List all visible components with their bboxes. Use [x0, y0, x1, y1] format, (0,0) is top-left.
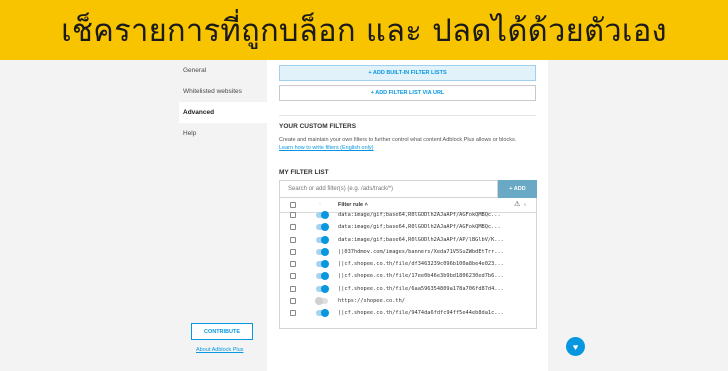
filter-rule-text[interactable]: ||cf.shopee.co.th/file/6aa596354809a178a…	[338, 285, 532, 293]
enable-toggle[interactable]	[316, 235, 329, 244]
filter-rows: data:image/gif;base64,R0lGODlh2AJaAPf/AG…	[280, 209, 536, 320]
enable-toggle[interactable]	[316, 223, 329, 232]
table-row[interactable]: data:image/gif;base64,R0lGODlh2AJaAPf/AP…	[280, 234, 536, 246]
table-row[interactable]: ||cf.shopee.co.th/file/df3463239c096b100…	[280, 258, 536, 270]
custom-filters-heading: YOUR CUSTOM FILTERS	[279, 123, 357, 130]
section-divider	[279, 115, 536, 116]
filter-rule-text[interactable]: ||cf.shopee.co.th/file/17ee0b46e3b9bd180…	[338, 272, 532, 280]
filter-rule-text[interactable]: https://shopee.co.th/	[338, 297, 532, 305]
learn-filters-link[interactable]: Learn how to write filters (English only…	[279, 144, 541, 152]
enable-toggle[interactable]	[316, 309, 329, 318]
row-checkbox[interactable]	[290, 261, 296, 268]
filter-rule-text[interactable]: data:image/gif;base64,R0lGODlh2AJaAPf/AG…	[338, 223, 532, 231]
filter-search-input[interactable]: Search or add filter(s) (e.g. /ads/track…	[279, 180, 498, 198]
table-row[interactable]: ||cf.shopee.co.th/file/6aa596354809a178a…	[280, 283, 536, 295]
row-checkbox[interactable]	[290, 224, 296, 231]
add-builtin-filter-lists-button[interactable]: + ADD BUILT-IN FILTER LISTS	[279, 65, 536, 81]
table-row[interactable]: data:image/gif;base64,R0lGODlh2AJaAPf/AG…	[280, 209, 536, 221]
my-filter-list-heading: MY FILTER LIST	[279, 169, 329, 176]
advanced-panel: + ADD BUILT-IN FILTER LISTS + ADD FILTER…	[267, 60, 548, 371]
enable-toggle[interactable]	[316, 284, 329, 293]
row-checkbox[interactable]	[290, 273, 296, 280]
row-checkbox[interactable]	[290, 236, 296, 243]
filter-rule-column-header[interactable]: Filter rule ˄	[338, 202, 368, 208]
enable-toggle[interactable]	[316, 272, 329, 281]
row-checkbox[interactable]	[290, 298, 296, 305]
row-checkbox[interactable]	[290, 248, 296, 255]
enable-toggle[interactable]	[315, 297, 328, 306]
table-row[interactable]: data:image/gif;base64,R0lGODlh2AJaAPf/AG…	[280, 221, 536, 233]
table-row[interactable]: ||cf.shopee.co.th/file/17ee0b46e3b9bd180…	[280, 270, 536, 282]
add-filter-list-via-url-button[interactable]: + ADD FILTER LIST VIA URL	[279, 85, 536, 101]
row-checkbox[interactable]	[290, 310, 296, 317]
about-adblock-plus-link[interactable]: About Adblock Plus	[196, 347, 243, 353]
sidebar-item-whitelisted-websites[interactable]: Whitelisted websites	[179, 81, 267, 102]
sidebar-item-general[interactable]: General	[179, 60, 267, 81]
banner-title: เช็ครายการที่ถูกบล็อก และ ปลดได้ด้วยตัวเ…	[61, 13, 667, 49]
status-column-header[interactable]: ·	[319, 201, 321, 207]
select-all-checkbox[interactable]	[290, 202, 296, 208]
heart-icon[interactable]: ♥	[566, 337, 585, 356]
filter-rule-text[interactable]: ||037hdmov.com/images/banners/Xeda71V5Su…	[338, 248, 532, 256]
warning-icon[interactable]: ⚠	[514, 200, 520, 208]
sidebar-item-help[interactable]: Help	[179, 123, 267, 144]
filter-table: · Filter rule ˄ ⚠ ˅ data:image/gif;base6…	[279, 198, 537, 329]
filter-rule-text[interactable]: ||cf.shopee.co.th/file/df3463239c096b100…	[338, 260, 532, 268]
filter-rule-text[interactable]: data:image/gif;base64,R0lGODlh2AJaAPf/AP…	[338, 236, 532, 244]
custom-filters-description-text: Create and maintain your own filters to …	[279, 137, 517, 143]
custom-filters-description: Create and maintain your own filters to …	[279, 136, 541, 152]
row-checkbox[interactable]	[290, 212, 296, 218]
table-row[interactable]: ||037hdmov.com/images/banners/Xeda71V5Su…	[280, 246, 536, 258]
enable-toggle[interactable]	[316, 211, 329, 219]
warning-sort-icon[interactable]: ˅	[524, 202, 526, 207]
row-checkbox[interactable]	[290, 285, 296, 292]
contribute-button[interactable]: CONTRIBUTE	[191, 323, 253, 340]
add-filter-button[interactable]: + ADD	[498, 180, 537, 198]
filter-rule-text[interactable]: data:image/gif;base64,R0lGODlh2AJaAPf/AG…	[338, 211, 532, 219]
filter-rule-text[interactable]: ||cf.shopee.co.th/file/9474da6fdfc94ff5e…	[338, 309, 532, 317]
title-banner: เช็ครายการที่ถูกบล็อก และ ปลดได้ด้วยตัวเ…	[0, 0, 728, 60]
sidebar-nav: General Whitelisted websites Advanced He…	[179, 60, 267, 144]
enable-toggle[interactable]	[316, 247, 329, 256]
enable-toggle[interactable]	[316, 260, 329, 269]
sidebar-item-advanced[interactable]: Advanced	[179, 102, 267, 123]
table-row[interactable]: ||cf.shopee.co.th/file/9474da6fdfc94ff5e…	[280, 307, 536, 319]
table-row[interactable]: https://shopee.co.th/	[280, 295, 536, 307]
